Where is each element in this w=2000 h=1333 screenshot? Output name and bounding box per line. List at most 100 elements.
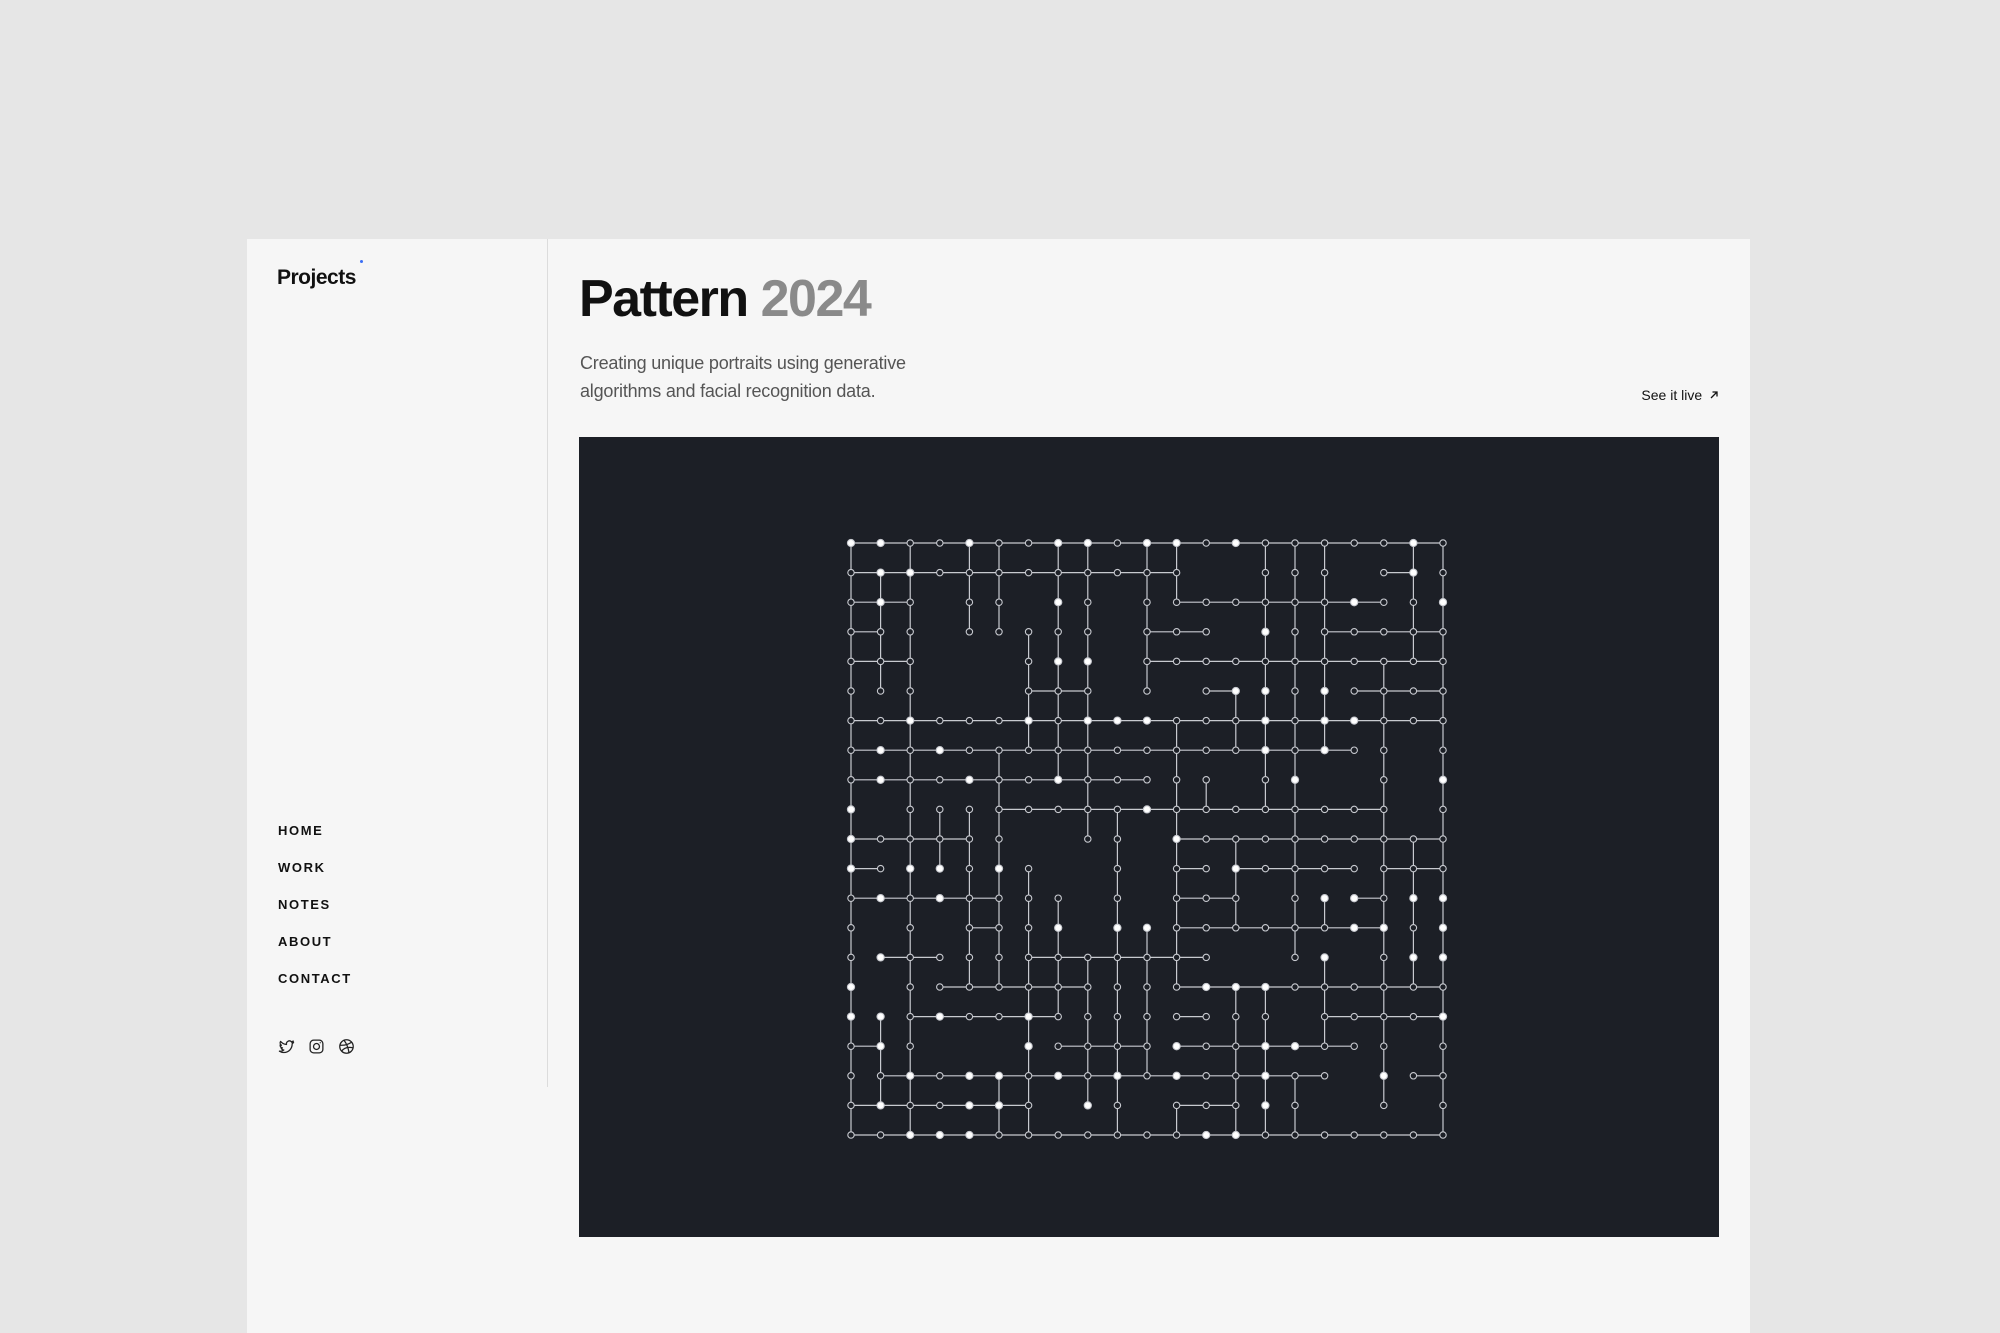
- pattern-node: [936, 1101, 944, 1110]
- pattern-node: [1143, 1042, 1151, 1050]
- project-card: Projects HOME WORK NOTES ABOUT CONTACT P…: [247, 239, 1750, 1333]
- brand-accent-dot: [359, 260, 363, 263]
- pattern-node: [1172, 716, 1181, 725]
- pattern-node: [906, 894, 914, 902]
- pattern-node: [876, 628, 885, 636]
- pattern-node: [1291, 983, 1299, 991]
- pattern-node: [1409, 953, 1418, 962]
- pattern-node: [965, 716, 974, 725]
- pattern-node: [1202, 953, 1210, 962]
- pattern-node: [1320, 1012, 1329, 1021]
- pattern-node: [876, 568, 885, 577]
- pattern-node: [1380, 539, 1388, 547]
- brand-logo[interactable]: Projects: [277, 260, 363, 290]
- pattern-node: [995, 776, 1003, 784]
- pattern-node: [906, 539, 914, 547]
- pattern-node: [995, 598, 1003, 606]
- pattern-node: [1172, 864, 1181, 873]
- pattern-node: [1409, 568, 1418, 577]
- pattern-node: [1054, 746, 1062, 754]
- pattern-node: [876, 538, 885, 548]
- pattern-node: [1439, 657, 1447, 666]
- pattern-node: [1320, 1042, 1329, 1050]
- pattern-node: [1024, 953, 1033, 962]
- pattern-node: [1350, 835, 1358, 843]
- pattern-node: [1261, 1071, 1270, 1080]
- pattern-node: [995, 924, 1003, 932]
- pattern-node: [1202, 716, 1210, 725]
- pattern-node: [1232, 1042, 1240, 1050]
- pattern-node: [1054, 894, 1062, 902]
- pattern-node: [847, 776, 855, 784]
- pattern-node: [876, 835, 885, 843]
- nav-about[interactable]: ABOUT: [278, 934, 352, 971]
- pattern-node: [1320, 598, 1329, 606]
- pattern-node: [1084, 1072, 1092, 1080]
- pattern-node: [1142, 716, 1152, 725]
- pattern-node: [876, 864, 885, 873]
- pattern-node: [1438, 894, 1448, 903]
- pattern-node: [965, 835, 974, 843]
- pattern-node: [1083, 657, 1092, 666]
- pattern-node: [906, 746, 914, 754]
- nav-home[interactable]: HOME: [278, 823, 352, 860]
- nav-contact[interactable]: CONTACT: [278, 971, 352, 1008]
- pattern-node: [1232, 598, 1240, 606]
- pattern-node: [1202, 598, 1210, 606]
- pattern-node: [936, 568, 944, 577]
- pattern-node: [1083, 1101, 1092, 1110]
- pattern-node: [1054, 953, 1062, 962]
- pattern-node: [1202, 835, 1210, 843]
- pattern-node: [1054, 805, 1062, 814]
- pattern-node: [995, 1131, 1003, 1139]
- pattern-node: [1113, 776, 1122, 784]
- pattern-node: [1320, 805, 1329, 814]
- pattern-node: [1439, 746, 1447, 754]
- pattern-node: [846, 538, 856, 548]
- pattern-node: [1438, 953, 1448, 962]
- pattern-node: [1054, 538, 1063, 548]
- sidebar: Projects HOME WORK NOTES ABOUT CONTACT: [247, 239, 548, 1087]
- pattern-node: [1113, 1101, 1122, 1110]
- pattern-node: [906, 924, 914, 932]
- pattern-node: [936, 983, 944, 991]
- pattern-node: [1143, 953, 1151, 962]
- pattern-node: [1172, 746, 1181, 754]
- dribbble-icon[interactable]: [338, 1038, 355, 1055]
- pattern-node: [846, 805, 856, 814]
- pattern-node: [876, 953, 885, 962]
- pattern-node: [1202, 687, 1210, 695]
- see-it-live-link[interactable]: See it live: [1641, 387, 1719, 403]
- pattern-node: [876, 746, 885, 755]
- pattern-node: [995, 805, 1003, 814]
- pattern-node: [1350, 894, 1359, 903]
- pattern-node: [1291, 657, 1299, 666]
- pattern-node: [1054, 1131, 1062, 1139]
- pattern-node: [965, 894, 974, 902]
- nav-work[interactable]: WORK: [278, 860, 352, 897]
- instagram-icon[interactable]: [308, 1038, 325, 1055]
- pattern-node: [1350, 1042, 1358, 1050]
- pattern-node: [995, 953, 1003, 962]
- pattern-node: [906, 805, 914, 814]
- pattern-node: [1202, 805, 1210, 814]
- pattern-node: [1024, 568, 1033, 577]
- pattern-node: [995, 1012, 1003, 1021]
- pattern-node: [1231, 1130, 1240, 1140]
- pattern-node: [1172, 1131, 1181, 1139]
- pattern-node: [1350, 628, 1358, 636]
- nav-notes[interactable]: NOTES: [278, 897, 352, 934]
- pattern-node: [1320, 628, 1329, 636]
- pattern-node: [1350, 805, 1358, 814]
- pattern-node: [906, 835, 914, 843]
- pattern-node: [1380, 776, 1388, 784]
- pattern-node: [1202, 1012, 1210, 1021]
- pattern-node: [995, 894, 1003, 902]
- pattern-node: [1202, 1101, 1210, 1110]
- pattern-node: [965, 983, 974, 991]
- pattern-node: [1438, 775, 1448, 784]
- twitter-icon[interactable]: [278, 1038, 295, 1055]
- pattern-node: [1113, 864, 1122, 873]
- pattern-node: [995, 983, 1003, 991]
- pattern-node: [1142, 538, 1152, 548]
